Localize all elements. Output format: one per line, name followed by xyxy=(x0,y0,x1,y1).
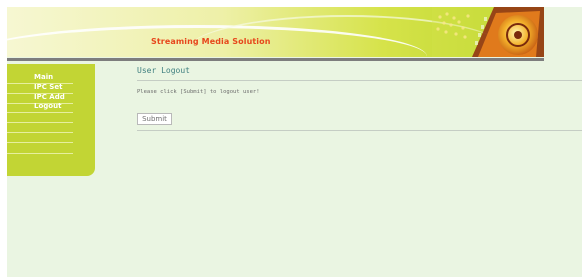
page-frame: Streaming Media Solution Main IPC Set IP… xyxy=(7,7,582,277)
sidebar-divider xyxy=(7,122,73,123)
banner-divider xyxy=(7,58,544,61)
submit-button[interactable]: Submit xyxy=(137,113,172,125)
sidebar-item-main[interactable]: Main xyxy=(34,73,53,81)
sidebar-divider xyxy=(7,112,73,113)
sidebar-item-ipc-add[interactable]: IPC Add xyxy=(34,93,65,101)
title-divider xyxy=(137,80,582,81)
sidebar-item-ipc-set[interactable]: IPC Set xyxy=(34,83,62,91)
sidebar-divider xyxy=(7,142,73,143)
banner-title: Streaming Media Solution xyxy=(151,37,271,46)
content-divider xyxy=(137,130,582,131)
logout-instruction: Please click [Submit] to logout user! xyxy=(137,89,260,95)
film-reel-banner-graphic xyxy=(432,7,544,57)
sidebar-divider xyxy=(7,153,73,154)
page-title: User Logout xyxy=(137,66,190,75)
sidebar-item-logout[interactable]: Logout xyxy=(34,102,61,110)
sidebar-nav: Main IPC Set IPC Add Logout xyxy=(7,64,95,176)
sidebar-divider xyxy=(7,132,73,133)
header-banner: Streaming Media Solution xyxy=(7,7,544,57)
